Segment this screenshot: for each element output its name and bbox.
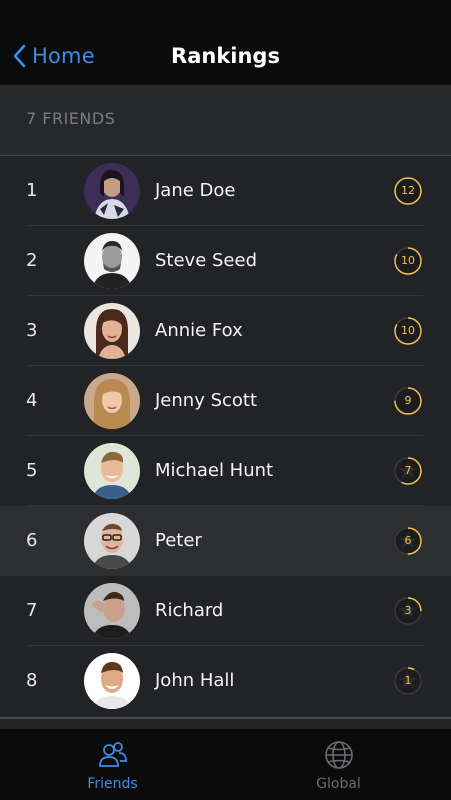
tab-label: Global [316, 776, 361, 792]
score-value: 10 [401, 324, 415, 337]
score-value: 10 [401, 254, 415, 267]
rank-number: 6 [26, 530, 38, 551]
ranking-row[interactable]: 8 John Hall 1 [0, 646, 451, 716]
rank-number: 4 [26, 390, 38, 411]
ranking-row[interactable]: 3 Annie Fox 10 [0, 296, 451, 366]
friend-name: Annie Fox [155, 320, 243, 341]
ranking-row[interactable]: 1 Jane Doe 12 [0, 156, 451, 226]
nav-bar: Home Rankings [0, 0, 451, 85]
rank-number: 1 [26, 180, 38, 201]
list-bottom-divider [0, 717, 451, 719]
rank-number: 3 [26, 320, 38, 341]
score-value: 7 [404, 464, 412, 477]
rank-number: 2 [26, 250, 38, 271]
friend-name: Peter [155, 530, 202, 551]
friend-name: John Hall [155, 670, 235, 691]
score-value: 9 [404, 394, 412, 407]
friends-count-label: 7 FRIENDS [26, 109, 116, 128]
avatar [84, 653, 140, 709]
globe-icon [325, 741, 353, 769]
avatar [84, 163, 140, 219]
score-badge: 12 [393, 176, 423, 206]
ranking-list: 1 Jane Doe 12 2 Steve Seed 10 3 Annie Fo… [0, 156, 451, 718]
tab-global[interactable]: Global [226, 729, 451, 800]
avatar [84, 233, 140, 289]
avatar [84, 373, 140, 429]
ranking-row-current-user[interactable]: 6 Peter 6 [0, 506, 451, 576]
section-header: 7 FRIENDS [0, 85, 451, 156]
score-badge: 9 [393, 386, 423, 416]
friend-name: Jane Doe [155, 180, 236, 201]
score-badge: 3 [393, 596, 423, 626]
ranking-row[interactable]: 4 Jenny Scott 9 [0, 366, 451, 436]
friends-icon [99, 742, 127, 767]
avatar [84, 303, 140, 359]
friend-name: Jenny Scott [155, 390, 258, 411]
ranking-row[interactable]: 5 Michael Hunt 7 [0, 436, 451, 506]
score-value: 6 [404, 534, 412, 547]
rank-number: 8 [26, 670, 38, 691]
score-badge: 1 [393, 666, 423, 696]
avatar [84, 443, 140, 499]
friend-name: Michael Hunt [155, 460, 274, 481]
rank-number: 5 [26, 460, 38, 481]
tab-friends[interactable]: Friends [0, 729, 225, 800]
page-title: Rankings [171, 44, 280, 68]
tab-bar: Friends Global [0, 729, 451, 800]
score-badge: 6 [393, 526, 423, 556]
avatar [84, 583, 140, 639]
score-badge: 7 [393, 456, 423, 486]
friend-name: Richard [155, 600, 224, 621]
tab-label: Friends [87, 776, 138, 792]
score-value: 1 [404, 674, 412, 687]
score-value: 12 [401, 184, 415, 197]
score-badge: 10 [393, 316, 423, 346]
score-value: 3 [404, 604, 412, 617]
friend-name: Steve Seed [155, 250, 258, 271]
ranking-row[interactable]: 7 Richard 3 [0, 576, 451, 646]
rank-number: 7 [26, 600, 38, 621]
score-badge: 10 [393, 246, 423, 276]
ranking-row[interactable]: 2 Steve Seed 10 [0, 226, 451, 296]
avatar [84, 513, 140, 569]
